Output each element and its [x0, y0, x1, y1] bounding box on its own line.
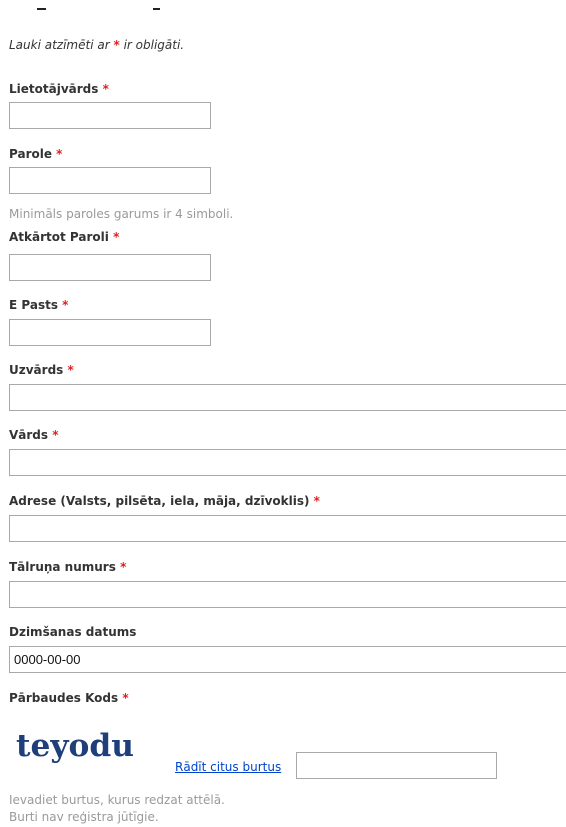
required-star: * — [67, 363, 74, 377]
phone-input[interactable] — [9, 581, 566, 608]
password-label: Parole * — [9, 147, 63, 161]
first-name-label: Vārds * — [9, 428, 59, 442]
top-dash-left — [37, 8, 46, 10]
surname-label: Uzvārds * — [9, 363, 74, 377]
captcha-text: teyodu — [16, 728, 134, 764]
captcha-input[interactable] — [296, 752, 497, 779]
required-star: * — [56, 147, 63, 161]
required-star: * — [122, 691, 129, 705]
surname-input[interactable] — [9, 384, 566, 411]
username-input[interactable] — [9, 102, 211, 129]
required-star: * — [113, 230, 120, 244]
captcha-hint-line1: Ievadiet burtus, kurus redzat attēlā. — [9, 793, 225, 807]
required-star: * — [120, 560, 127, 574]
captcha-hint-line2: Burti nav reģistra jūtīgie. — [9, 810, 159, 824]
birth-date-input[interactable] — [9, 646, 566, 673]
required-fields-note: Lauki atzīmēti ar * ir obligāti. — [9, 38, 185, 52]
email-label: E Pasts * — [9, 298, 69, 312]
phone-label: Tālruņa numurs * — [9, 560, 127, 574]
required-star: * — [102, 82, 109, 96]
birth-date-label: Dzimšanas datums — [9, 625, 137, 639]
required-star: * — [52, 428, 59, 442]
password-hint: Minimāls paroles garums ir 4 simboli. — [9, 207, 234, 221]
required-star: * — [313, 494, 320, 508]
password-repeat-input[interactable] — [9, 254, 211, 281]
required-star: * — [62, 298, 69, 312]
username-label: Lietotājvārds * — [9, 82, 109, 96]
captcha-label: Pārbaudes Kods * — [9, 691, 129, 705]
password-repeat-label: Atkārtot Paroli * — [9, 230, 120, 244]
address-input[interactable] — [9, 515, 566, 542]
password-input[interactable] — [9, 167, 211, 194]
first-name-input[interactable] — [9, 449, 566, 476]
top-dash-right — [153, 8, 160, 10]
captcha-image: teyodu — [16, 728, 134, 764]
show-other-letters-link[interactable]: Rādīt citus burtus — [175, 760, 281, 774]
address-label: Adrese (Valsts, pilsēta, iela, māja, dzī… — [9, 494, 320, 508]
email-input[interactable] — [9, 319, 211, 346]
